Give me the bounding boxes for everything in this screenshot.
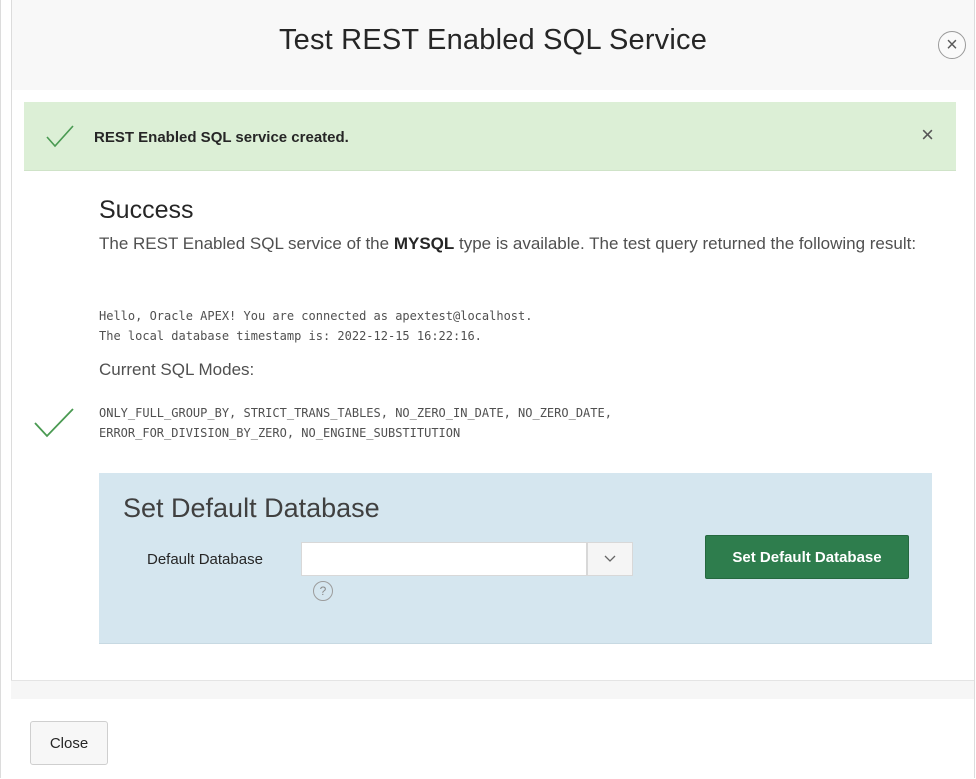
success-heading: Success <box>99 196 194 224</box>
footer-separator <box>11 680 974 700</box>
query-output-line: Hello, Oracle APEX! You are connected as… <box>99 309 533 323</box>
success-alert: REST Enabled SQL service created. × <box>24 102 956 171</box>
dialog-footer: Close <box>11 699 974 778</box>
description-text-before: The REST Enabled SQL service of the <box>99 234 394 253</box>
alert-message: REST Enabled SQL service created. <box>94 129 349 146</box>
dialog-body: REST Enabled SQL service created. × Succ… <box>11 90 974 680</box>
set-default-database-button[interactable]: Set Default Database <box>705 535 909 579</box>
close-button[interactable]: Close <box>30 721 108 765</box>
sql-modes-value: ONLY_FULL_GROUP_BY, STRICT_TRANS_TABLES,… <box>99 403 612 443</box>
dialog-titlebar: Test REST Enabled SQL Service × <box>11 0 974 90</box>
checkmark-icon <box>44 122 76 155</box>
help-icon[interactable]: ? <box>313 581 333 601</box>
default-database-select[interactable] <box>301 542 587 576</box>
query-output: Hello, Oracle APEX! You are connected as… <box>99 306 532 346</box>
default-database-dropdown-button[interactable] <box>587 542 633 576</box>
dismiss-alert-icon[interactable]: × <box>921 122 934 148</box>
dialog-close-icon[interactable]: × <box>938 31 966 59</box>
sql-modes-line: ERROR_FOR_DIVISION_BY_ZERO, NO_ENGINE_SU… <box>99 426 461 440</box>
region-title: Set Default Database <box>123 493 380 523</box>
dialog-title: Test REST Enabled SQL Service <box>278 24 708 56</box>
sql-modes-label: Current SQL Modes: <box>99 360 255 379</box>
set-default-database-region: Set Default Database Default Database ? … <box>99 473 932 644</box>
sql-modes-line: ONLY_FULL_GROUP_BY, STRICT_TRANS_TABLES,… <box>99 406 612 420</box>
chevron-down-icon <box>604 550 616 568</box>
checkmark-icon <box>32 406 76 445</box>
query-output-line: The local database timestamp is: 2022-12… <box>99 329 482 343</box>
default-database-label: Default Database <box>147 551 263 568</box>
success-description: The REST Enabled SQL service of the MYSQ… <box>99 230 919 257</box>
db-type: MYSQL <box>393 234 455 253</box>
description-text-after: type is available. The test query return… <box>454 234 917 253</box>
dialog: Test REST Enabled SQL Service × REST Ena… <box>0 0 975 778</box>
